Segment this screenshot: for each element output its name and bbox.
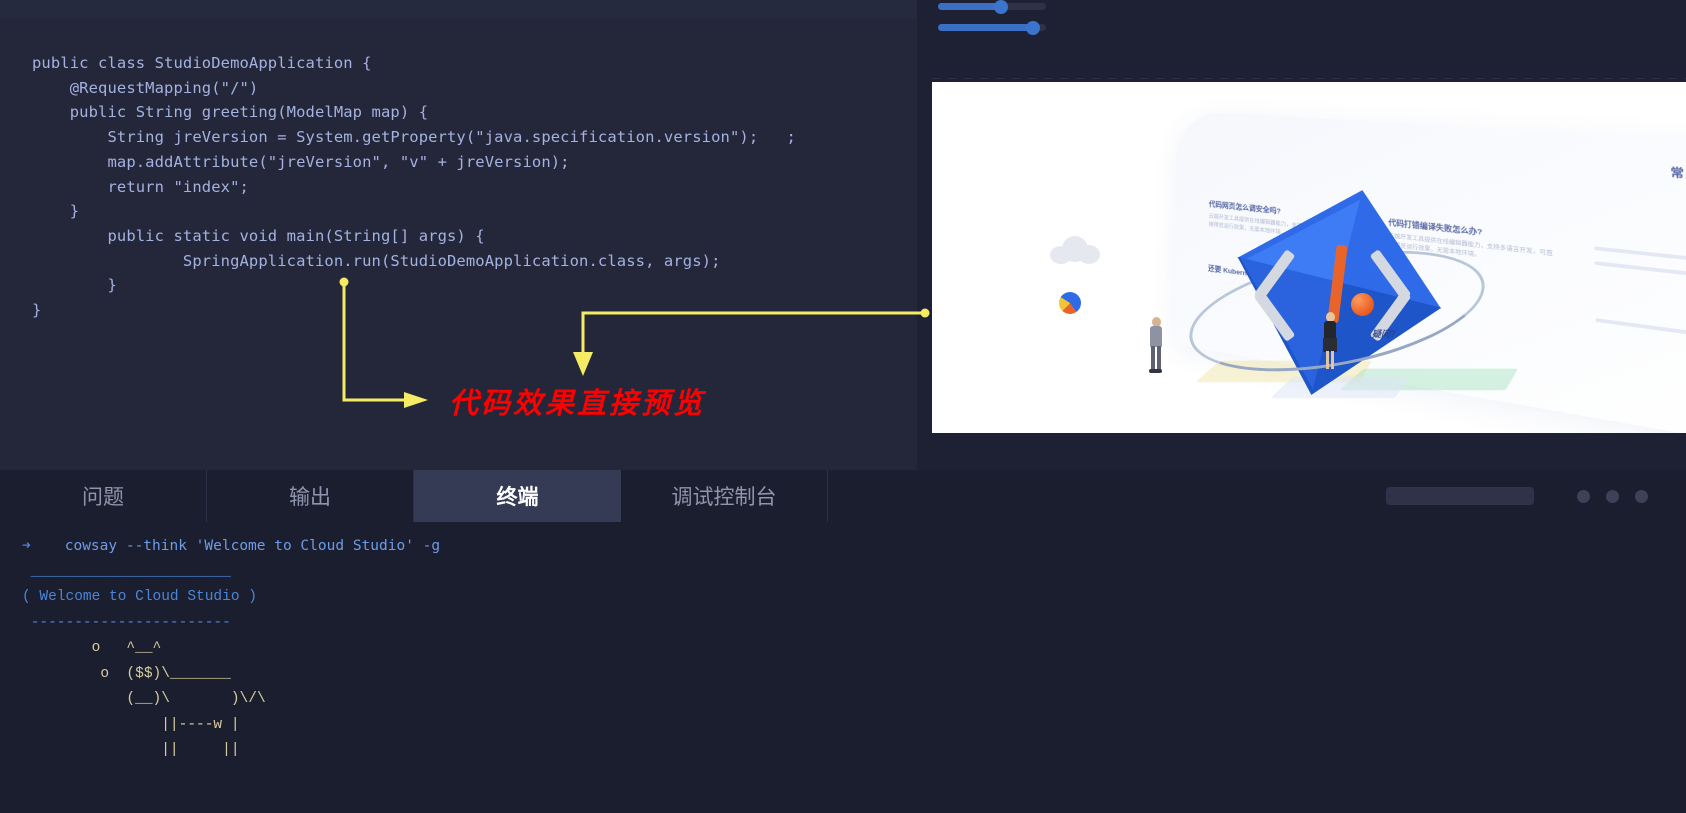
terminal-prompt-icon: ➜ [22,538,31,554]
panel-action-dot-1[interactable] [1577,490,1590,503]
terminal-command: cowsay --think 'Welcome to Cloud Studio'… [64,538,441,554]
hero-illustration: 常见问题 代码网页怎么调安全吗? 云端开发工具提供在线编辑器能力，支持多语言开发… [932,82,1686,433]
tab-debug-console[interactable]: 调试控制台 [621,470,828,522]
person-right-leg-2 [1331,351,1334,369]
terminal-output[interactable]: ➜ cowsay --think 'Welcome to Cloud Studio… [0,522,1686,813]
panel-action-dot-3[interactable] [1635,490,1648,503]
panel-action-dots [1577,490,1648,503]
source-code[interactable]: public class StudioDemoApplication { @Re… [0,51,917,323]
bottom-panel: 问题 输出 终端 调试控制台 ➜ cowsay --think 'Welcome … [0,470,1686,813]
person-left-shoes [1149,369,1162,373]
preview-pane: 常见问题 代码网页怎么调安全吗? 云端开发工具提供在线编辑器能力，支持多语言开发… [917,0,1686,470]
slider-2-fill [938,24,1032,31]
annotation-note: 代码效果直接预览 [449,386,706,420]
panel-tabbar: 问题 输出 终端 调试控制台 [0,470,1686,522]
slider-2[interactable] [938,20,1046,35]
tab-terminal-label: 终端 [496,486,539,509]
person-right [1322,312,1338,370]
tab-output[interactable]: 输出 [207,470,414,522]
person-left-body [1150,326,1162,347]
person-left-leg-1 [1151,346,1155,371]
slider-2-knob[interactable] [1026,20,1040,35]
slider-1-track[interactable] [938,0,1046,14]
terminal-selector-pill[interactable] [1386,487,1534,505]
terminal-cowsay-bubble: _______________________ ( Welcome to Clo… [22,563,257,631]
person-right-body [1324,321,1336,339]
tab-output-label: 输出 [289,486,331,509]
tab-debug-console-label: 调试控制台 [671,486,777,509]
faq-placeholder-line-2 [1594,261,1686,277]
code-area[interactable]: public class StudioDemoApplication { @Re… [0,18,917,505]
slider-2-track[interactable] [938,20,1046,35]
person-left [1148,317,1164,373]
preview-viewport[interactable]: 常见问题 代码网页怎么调安全吗? 云端开发工具提供在线编辑器能力，支持多语言开发… [932,82,1686,433]
pie-circle-icon [1059,292,1081,314]
preview-divider [932,78,1686,79]
faq-placeholder-line-3 [1595,318,1686,340]
cloud-icon [1050,234,1102,264]
slider-1[interactable] [938,0,1046,14]
person-left-leg-2 [1157,346,1161,371]
faq-title: 常见问题 [1670,166,1686,184]
tab-terminal[interactable]: 终端 [414,470,621,522]
illustration-bubble-text: 疑问? [1372,329,1396,339]
slider-1-knob[interactable] [994,0,1008,14]
orange-sphere [1351,293,1374,316]
cloud-studio-ide: public class StudioDemoApplication { @Re… [0,0,1686,813]
editor-top-strip [0,0,917,18]
terminal-cowsay-cow: o ^__^ o ($$)\_______ (__)\ )\/\ ||----w… [91,640,266,758]
panel-action-dot-2[interactable] [1606,490,1619,503]
tab-problems-label: 问题 [82,486,124,509]
person-right-leg-1 [1326,351,1329,369]
code-editor-pane: public class StudioDemoApplication { @Re… [0,0,917,505]
terminal-command-line: ➜ cowsay --think 'Welcome to Cloud Studio… [22,534,1686,560]
person-right-skirt [1323,338,1337,352]
tab-problems[interactable]: 问题 [0,470,207,522]
